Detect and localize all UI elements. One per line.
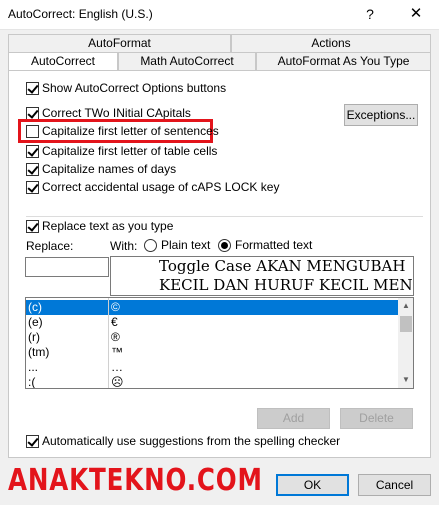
replace-as-you-type-option[interactable]: Replace text as you type [26,218,173,234]
close-button[interactable]: ✕ [396,2,436,26]
entry-to: ® [111,330,120,344]
preview-line-2: KECIL DAN HURUF KECIL MEN [159,276,413,294]
scroll-thumb[interactable] [400,316,412,332]
entry-from: (c) [28,300,42,314]
correct-two-initials-checkbox[interactable] [26,106,39,120]
tab-row-top: AutoFormat Actions [8,34,431,52]
capitalize-first-sentence-option[interactable]: Capitalize first letter of sentences [26,123,219,139]
tab-math-autocorrect[interactable]: Math AutoCorrect [118,52,256,70]
with-label: With: [110,239,138,253]
list-item[interactable]: (tm) ™ [26,345,398,360]
list-item[interactable]: (c) © [26,300,398,315]
entry-from: :( [28,375,36,389]
entry-from: (r) [28,330,40,344]
title-bar: AutoCorrect: English (U.S.) ? ✕ [0,0,439,30]
cancel-button[interactable]: Cancel [358,474,431,496]
replace-as-you-type-checkbox[interactable] [26,219,39,233]
replace-as-you-type-label: Replace text as you type [42,219,174,233]
capitalize-days-label: Capitalize names of days [42,162,177,176]
entry-to: … [111,360,123,374]
capitalize-first-sentence-label: Capitalize first letter of sentences [42,124,219,138]
correct-caps-lock-option[interactable]: Correct accidental usage of cAPS LOCK ke… [26,179,279,195]
plain-text-option[interactable]: Plain text [144,238,210,252]
list-scrollbar[interactable]: ▲ ▼ [398,298,413,388]
replace-label: Replace: [26,239,74,253]
tab-row-bottom: AutoCorrect Math AutoCorrect AutoFormat … [8,52,431,71]
capitalize-first-sentence-checkbox[interactable] [26,124,39,138]
capitalize-days-option[interactable]: Capitalize names of days [26,161,176,177]
tab-autoformat-as-you-type[interactable]: AutoFormat As You Type [256,52,431,70]
correct-caps-lock-label: Correct accidental usage of cAPS LOCK ke… [42,180,280,194]
show-options-buttons-option[interactable]: Show AutoCorrect Options buttons [26,80,226,96]
use-suggestions-checkbox[interactable] [26,434,39,448]
list-item[interactable]: (e) € [26,315,398,330]
entry-to: ™ [111,345,123,359]
show-options-buttons-checkbox[interactable] [26,81,39,95]
capitalize-days-checkbox[interactable] [26,162,39,176]
correct-caps-lock-checkbox[interactable] [26,180,39,194]
entry-from: (tm) [28,345,50,359]
list-item[interactable]: ... … [26,360,398,375]
scroll-up-arrow-icon[interactable]: ▲ [398,298,413,314]
plain-text-label: Plain text [161,238,211,252]
capitalize-table-cells-label: Capitalize first letter of table cells [42,144,218,158]
scroll-down-arrow-icon[interactable]: ▼ [398,372,413,388]
capitalize-table-cells-checkbox[interactable] [26,144,39,158]
separator [26,216,423,217]
entry-from: (e) [28,315,43,329]
tab-autocorrect[interactable]: AutoCorrect [8,52,118,71]
entry-to: € [111,315,118,329]
entry-to: © [111,300,120,314]
watermark-logo: ANAKTEKNO.COM [8,463,263,498]
help-button[interactable]: ? [350,2,390,26]
show-options-buttons-label: Show AutoCorrect Options buttons [42,81,227,95]
plain-text-radio[interactable] [144,238,157,252]
capitalize-table-cells-option[interactable]: Capitalize first letter of table cells [26,143,217,159]
tab-autoformat[interactable]: AutoFormat [8,34,231,52]
preview-line-1: Toggle Case AKAN MENGUBAH [159,257,406,275]
replace-input[interactable] [25,257,109,277]
formatted-text-label: Formatted text [235,238,313,252]
list-item[interactable]: :( ☹ [26,375,398,389]
formatted-text-option[interactable]: Formatted text [218,238,312,252]
list-item[interactable]: (r) ® [26,330,398,345]
with-preview-field[interactable]: Toggle Case AKAN MENGUBAH KECIL DAN HURU… [110,256,414,296]
use-suggestions-option[interactable]: Automatically use suggestions from the s… [26,433,340,449]
entry-from: ... [28,360,39,374]
replacement-list[interactable]: (c) © (e) € (r) ® (tm) ™ ... … :( ☹ ▲ ▼ [25,297,414,389]
window-title: AutoCorrect: English (U.S.) [8,7,153,21]
correct-two-initials-label: Correct TWo INitial CApitals [42,106,191,120]
use-suggestions-label: Automatically use suggestions from the s… [42,434,341,448]
delete-button[interactable]: Delete [340,408,413,429]
add-button[interactable]: Add [257,408,330,429]
exceptions-button[interactable]: Exceptions... [344,104,418,126]
column-divider [108,298,109,388]
tab-actions[interactable]: Actions [231,34,431,52]
formatted-text-radio[interactable] [218,238,231,252]
ok-button[interactable]: OK [276,474,349,496]
entry-to: ☹ [111,375,124,389]
